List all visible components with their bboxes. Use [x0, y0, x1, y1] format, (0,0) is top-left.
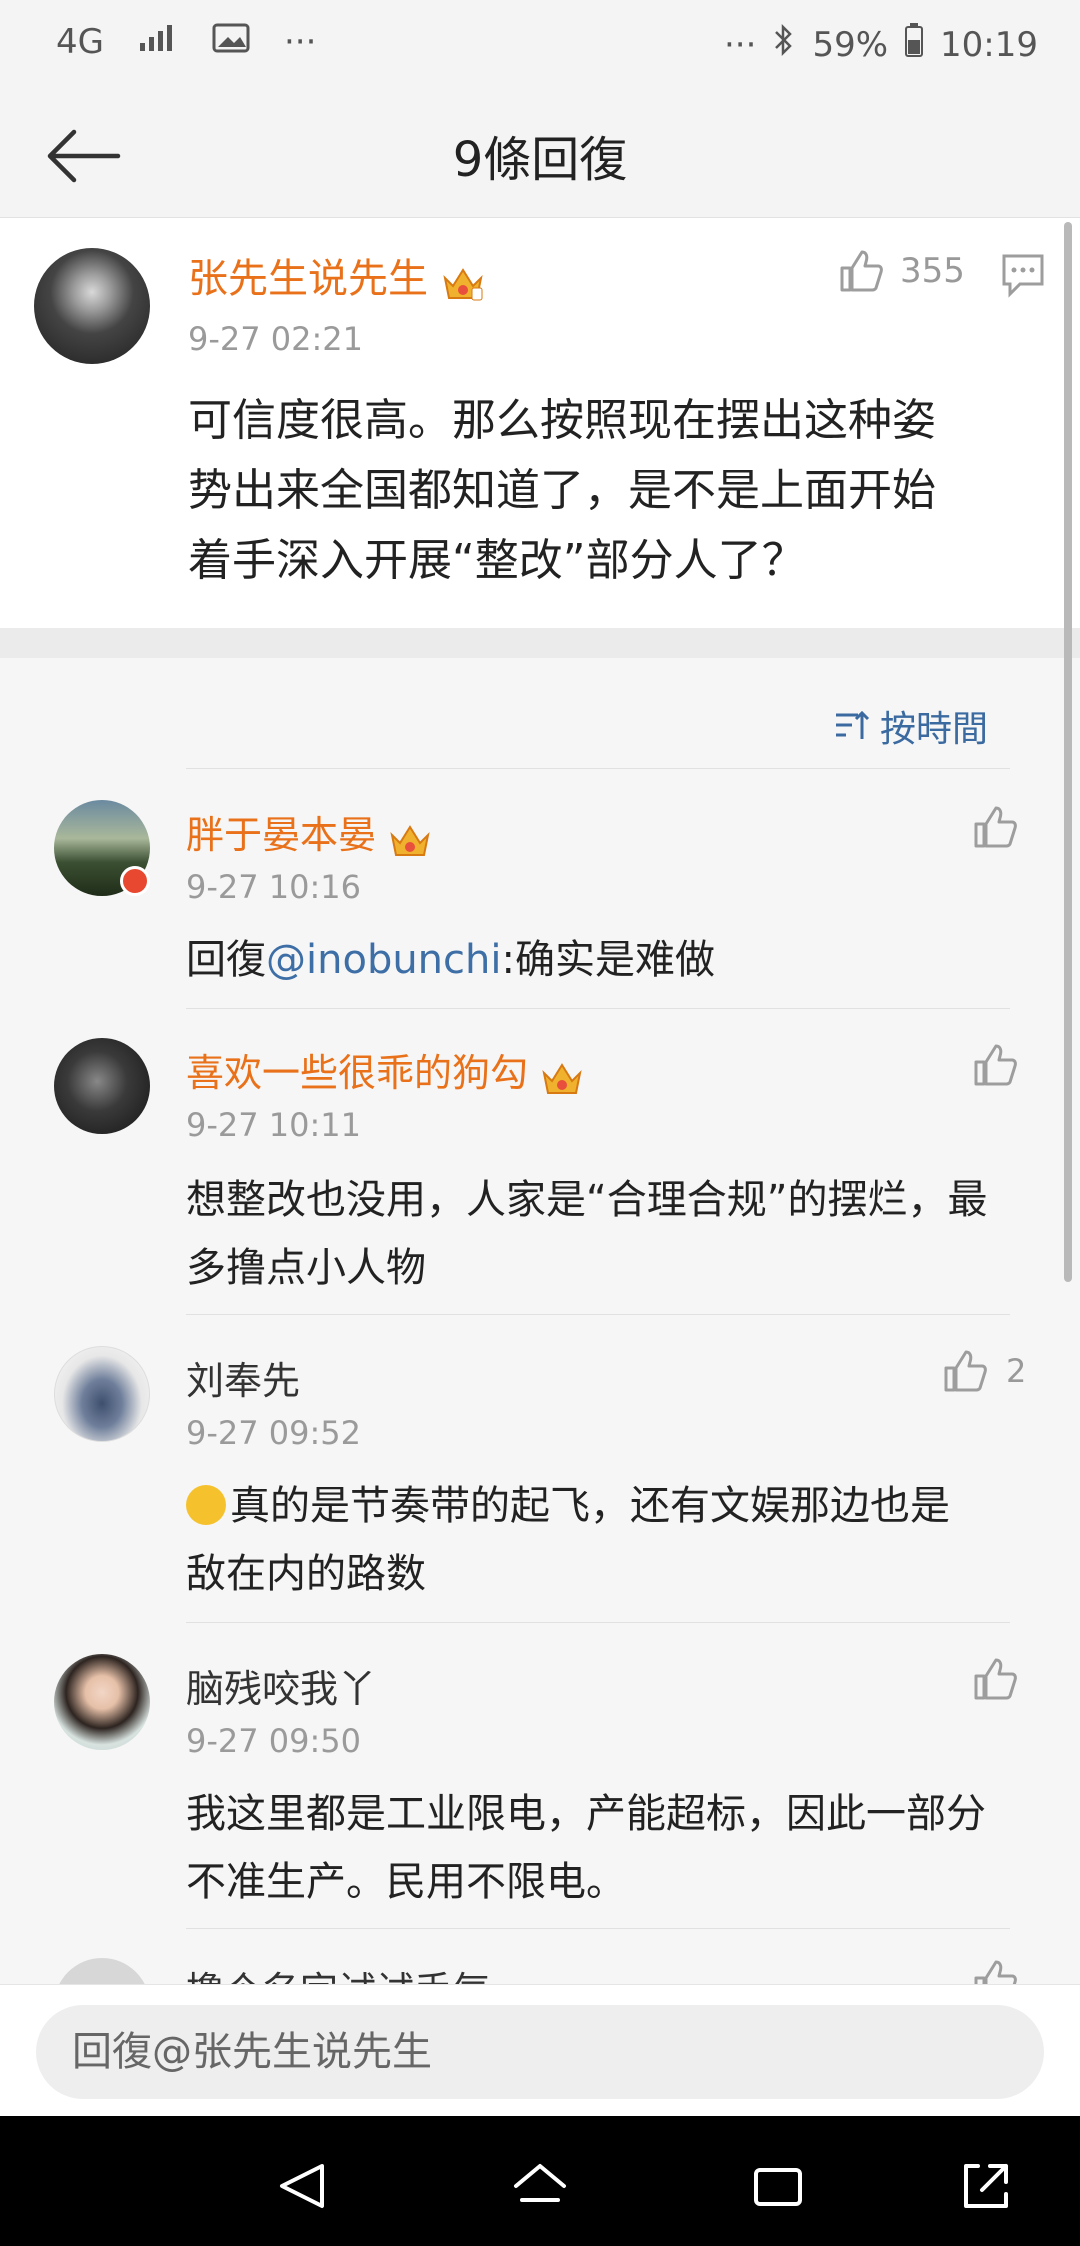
battery-icon	[904, 22, 924, 67]
reply-author[interactable]: 喜欢一些很乖的狗勾	[186, 1042, 582, 1097]
like-button[interactable]	[972, 1656, 1018, 1706]
thumbs-up-icon	[944, 1350, 987, 1392]
sort-button[interactable]: 按時間	[832, 700, 988, 752]
clock: 10:19	[940, 24, 1038, 65]
comment-text: 可信度很高。那么按照现在摆出这种姿 势出来全国都知道了，是不是上面开始 着手深入…	[188, 395, 936, 586]
divider	[186, 768, 1010, 769]
like-button[interactable]: 2	[942, 1348, 1026, 1394]
reply-text: 我这里都是工业限电，产能超标，因此一部分 不准生产。民用不限电。	[186, 1791, 986, 1905]
reply-text: 想整改也没用，人家是“合理合规”的摆烂，最 多撸点小人物	[186, 1177, 988, 1291]
avatar[interactable]	[34, 248, 150, 364]
home-nav-icon[interactable]	[510, 2156, 570, 2216]
bluetooth-icon	[772, 22, 796, 67]
reply-time: 9-27 10:11	[186, 1106, 362, 1144]
scrollbar[interactable]	[1064, 222, 1072, 1282]
avatar[interactable]	[54, 1038, 150, 1134]
avatar[interactable]	[54, 1958, 150, 1984]
like-count: 355	[900, 251, 965, 291]
reply-input-bar: 回復@张先生说先生	[0, 1984, 1080, 2116]
reply-text: 真的是节奏带的起飞，还有文娱那边也是 敌在内的路数	[186, 1483, 950, 1597]
divider	[186, 1314, 1010, 1315]
like-button[interactable]: 355	[838, 248, 965, 294]
crown-badge-icon	[540, 1059, 582, 1094]
reply-list: 按時間 胖于晏本晏 9-27 10:16 回復@inobunchi:确实是难做 …	[0, 658, 1080, 1984]
reply-comment-icon[interactable]	[1000, 252, 1046, 302]
avatar[interactable]	[54, 1346, 150, 1442]
divider	[186, 1008, 1010, 1009]
like-count: 2	[1006, 1352, 1027, 1390]
like-button[interactable]	[972, 804, 1018, 854]
image-notification-icon	[212, 22, 250, 62]
page-title: 9條回復	[452, 132, 628, 188]
thumbs-up-icon	[840, 250, 883, 292]
expand-nav-icon[interactable]	[956, 2156, 1016, 2216]
system-navigation-bar	[0, 2116, 1080, 2246]
reply-author[interactable]: 脑残咬我丫	[186, 1658, 376, 1713]
reply-time: 9-27 09:50	[186, 1722, 362, 1760]
verified-badge-icon	[120, 866, 150, 896]
reply-text: 回復@inobunchi:确实是难做	[186, 937, 715, 983]
recents-nav-icon[interactable]	[748, 2156, 808, 2216]
emoji-icon	[186, 1485, 226, 1525]
reply-author[interactable]: 撸个名字试试手气	[186, 1960, 490, 1984]
reply-author[interactable]: 胖于晏本晏	[186, 804, 430, 859]
more-left: ···	[283, 22, 317, 62]
back-nav-icon[interactable]	[272, 2156, 332, 2216]
thumbs-up-icon	[974, 1044, 1017, 1086]
network-icon: 4G	[56, 22, 104, 62]
reply-time: 9-27 10:16	[186, 868, 362, 906]
sort-icon	[835, 710, 870, 739]
reply-input[interactable]: 回復@张先生说先生	[36, 2005, 1044, 2099]
thumbs-up-icon	[974, 1960, 1017, 1984]
more-right: ···	[724, 24, 757, 65]
like-button[interactable]	[972, 1958, 1018, 1984]
comment-time: 9-27 02:21	[188, 320, 364, 358]
signal-icon	[138, 22, 178, 62]
avatar[interactable]	[54, 1654, 150, 1750]
like-button[interactable]	[972, 1042, 1018, 1092]
nav-bar: 9條回復	[0, 92, 1080, 218]
battery-percent: 59%	[812, 24, 889, 65]
reply-author[interactable]: 刘奉先	[186, 1350, 300, 1405]
crown-badge-icon	[441, 264, 483, 301]
reply-time: 9-27 09:52	[186, 1414, 362, 1452]
divider	[186, 1928, 1010, 1929]
thumbs-up-icon	[974, 806, 1017, 848]
mention-link[interactable]: @inobunchi	[266, 937, 502, 983]
comment-author[interactable]: 张先生说先生	[188, 246, 483, 304]
status-bar: 4G ··· ··· 59% 10:19	[0, 0, 1080, 92]
main-comment: 张先生说先生 9-27 02:21 355 可信度很高。那么按照现在摆出这种姿 …	[0, 218, 1080, 628]
divider	[186, 1622, 1010, 1623]
thumbs-up-icon	[974, 1658, 1017, 1700]
section-divider	[0, 628, 1080, 658]
crown-badge-icon	[388, 821, 430, 856]
